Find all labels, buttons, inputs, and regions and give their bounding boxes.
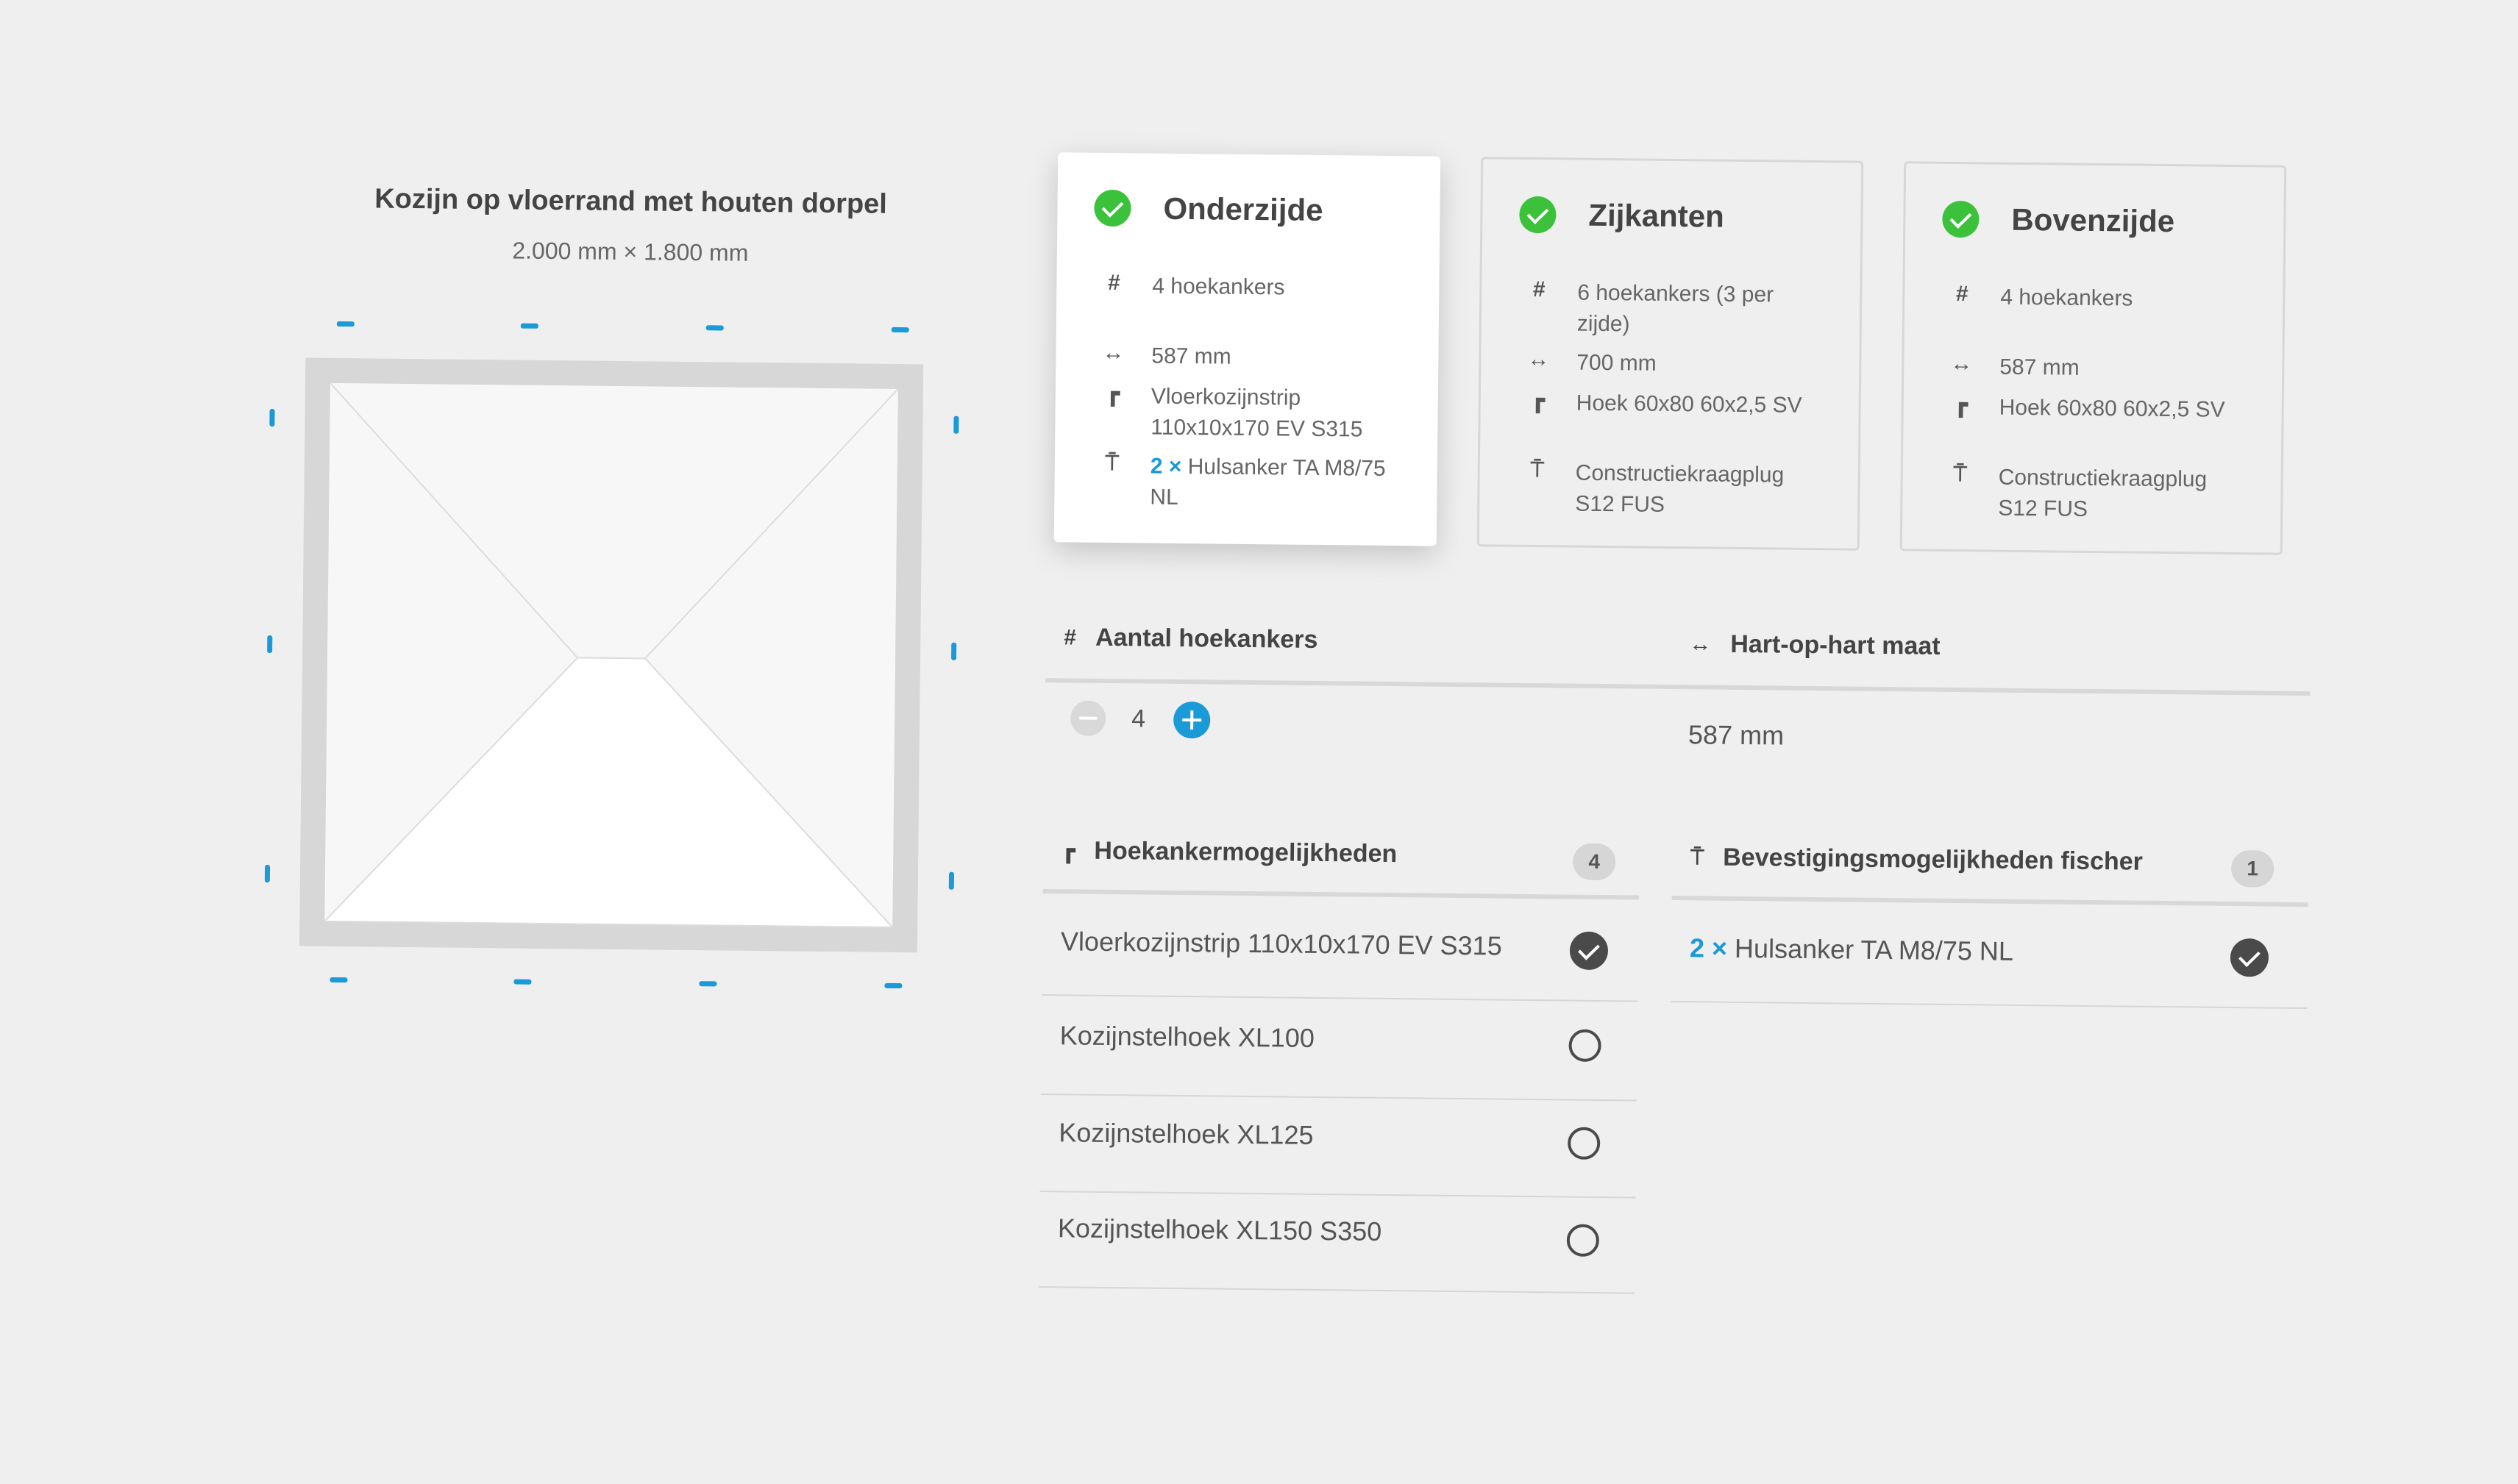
arrows-horizontal-icon: ↔: [1689, 631, 1712, 657]
row-divider: [1040, 1094, 1637, 1102]
fixing-options-header: ⍑ Bevestigingsmogelijkheden fischer: [1690, 843, 2143, 876]
option-label: Kozijnstelhoek XL100: [1059, 1020, 1315, 1053]
settings-divider: [1045, 678, 2311, 696]
check-circle-icon: [1942, 200, 1980, 238]
option-label: Kozijnstelhoek XL125: [1059, 1117, 1314, 1150]
anchor-bolt-icon: ⍑: [1690, 844, 1704, 869]
frame-title: Kozijn op vloerrand met houten dorpel: [374, 183, 888, 220]
card-count: 6 hoekankers (3 per zijde): [1576, 280, 1774, 337]
fixing-options-divider: [1671, 896, 2308, 907]
card-title: Bovenzijde: [2011, 201, 2175, 239]
configurator-scene: Kozijn op vloerrand met houten dorpel 2.…: [0, 0, 2518, 1484]
list-item[interactable]: Kozijnstelhoek XL100: [8, 0, 2518, 1063]
anchor-bolt-icon: ⍑: [1953, 461, 1967, 487]
row-divider: [1042, 994, 1638, 1002]
row-divider: [1671, 1001, 2308, 1010]
list-item[interactable]: Vloerkozijnstrip 110x10x170 EV S315: [8, 0, 2518, 971]
anchor-bolt-icon: ⍑: [1530, 457, 1544, 482]
anchor-options-count-badge: 4: [1572, 843, 1616, 881]
count-header-label: Aantal hoekankers: [1095, 623, 1318, 654]
arrows-horizontal-icon: ↔: [1527, 346, 1550, 372]
fixing-label: Hulsanker TA M8/75 NL: [1150, 454, 1386, 510]
card-anchor: Hoek 60x80 60x2,5 SV: [1999, 395, 2225, 422]
fixing-label: Hulsanker TA M8/75 NL: [1734, 932, 2014, 966]
corner-bracket-icon: ┏: [1106, 381, 1120, 407]
fixing-qty: 2 ×: [1150, 454, 1182, 479]
hash-icon: #: [1532, 277, 1546, 302]
check-circle-icon: [1094, 189, 1131, 227]
option-label: Kozijnstelhoek XL150 S350: [1057, 1213, 1382, 1246]
selected-check-icon[interactable]: [2230, 938, 2269, 977]
option-label: 2 × Hulsanker TA M8/75 NL: [1690, 932, 2013, 967]
frame-diagram: [264, 321, 959, 989]
row-divider: [1039, 1191, 1636, 1199]
card-count: 4 hoekankers: [2000, 285, 2133, 311]
card-title: Onderzijde: [1163, 190, 1323, 227]
fixing-qty: 2 ×: [1689, 932, 1728, 963]
list-item[interactable]: 2 × Hulsanker TA M8/75 NL: [8, 0, 2518, 977]
anchor-options-title: Hoekankermogelijkheden: [1094, 836, 1398, 868]
anchor-bolt-icon: ⍑: [1105, 450, 1120, 476]
radio-button[interactable]: [1566, 1224, 1600, 1257]
card-distance: 700 mm: [1576, 350, 1657, 376]
distance-header-label: Hart-op-hart maat: [1730, 629, 1941, 660]
card-count: 4 hoekankers: [1152, 274, 1285, 300]
fixing-options-title: Bevestigingsmogelijkheden fischer: [1723, 843, 2144, 876]
distance-value: 587 mm: [1687, 719, 1785, 751]
card-fixing: 2 × Hulsanker TA M8/75 NL: [1150, 452, 1401, 516]
corner-bracket-icon: ┏: [1061, 838, 1075, 863]
arrows-horizontal-icon: ↔: [1102, 340, 1125, 365]
frame-dimensions: 2.000 mm × 1.800 mm: [512, 237, 749, 266]
fixing-options-count-badge: 1: [2230, 849, 2275, 888]
check-circle-icon: [1519, 196, 1557, 234]
card-title: Zijkanten: [1588, 197, 1725, 234]
list-item[interactable]: Kozijnstelhoek XL150 S350: [8, 0, 2518, 1257]
hash-icon: #: [1955, 282, 1968, 307]
card-anchor: Vloerkozijnstrip 110x10x170 EV S315: [1150, 384, 1363, 442]
count-header: # Aantal hoekankers: [1064, 623, 1317, 654]
arrows-horizontal-icon: ↔: [1950, 351, 1973, 377]
selected-check-icon[interactable]: [1569, 931, 1609, 971]
card-fixing: Constructiekraagplug S12 FUS: [1998, 465, 2208, 521]
radio-button[interactable]: [1568, 1029, 1601, 1063]
anchor-options-header: ┏ Hoekankermogelijkheden: [1061, 836, 1397, 868]
card-distance: 587 mm: [1999, 354, 2080, 380]
corner-bracket-icon: ┏: [1954, 392, 1968, 418]
distance-header: ↔ Hart-op-hart maat: [1689, 629, 1941, 661]
increment-button[interactable]: [1173, 701, 1211, 739]
hash-icon: #: [1107, 270, 1120, 296]
list-item[interactable]: Kozijnstelhoek XL125: [8, 0, 2518, 1160]
row-divider: [1039, 1286, 1635, 1294]
option-label: Vloerkozijnstrip 110x10x170 EV S315: [1060, 926, 1502, 961]
card-anchor: Hoek 60x80 60x2,5 SV: [1576, 390, 1802, 418]
count-value: 4: [1131, 704, 1146, 733]
card-distance: 587 mm: [1151, 343, 1231, 369]
decrement-button[interactable]: [1070, 700, 1106, 736]
anchor-options-divider: [1042, 889, 1639, 900]
corner-bracket-icon: ┏: [1531, 388, 1545, 413]
radio-button[interactable]: [1567, 1127, 1601, 1160]
card-fixing: Constructiekraagplug S12 FUS: [1575, 460, 1785, 517]
side-card-sides[interactable]: Zijkanten # 6 hoekankers (3 per zijde) ↔…: [1476, 157, 1864, 551]
hash-icon: #: [1064, 624, 1077, 650]
side-card-bottom[interactable]: Onderzijde # 4 hoekankers ↔ 587 mm ┏ Vlo…: [1053, 152, 1441, 546]
side-card-top[interactable]: Bovenzijde # 4 hoekankers ↔ 587 mm ┏ Hoe…: [1899, 161, 2287, 555]
